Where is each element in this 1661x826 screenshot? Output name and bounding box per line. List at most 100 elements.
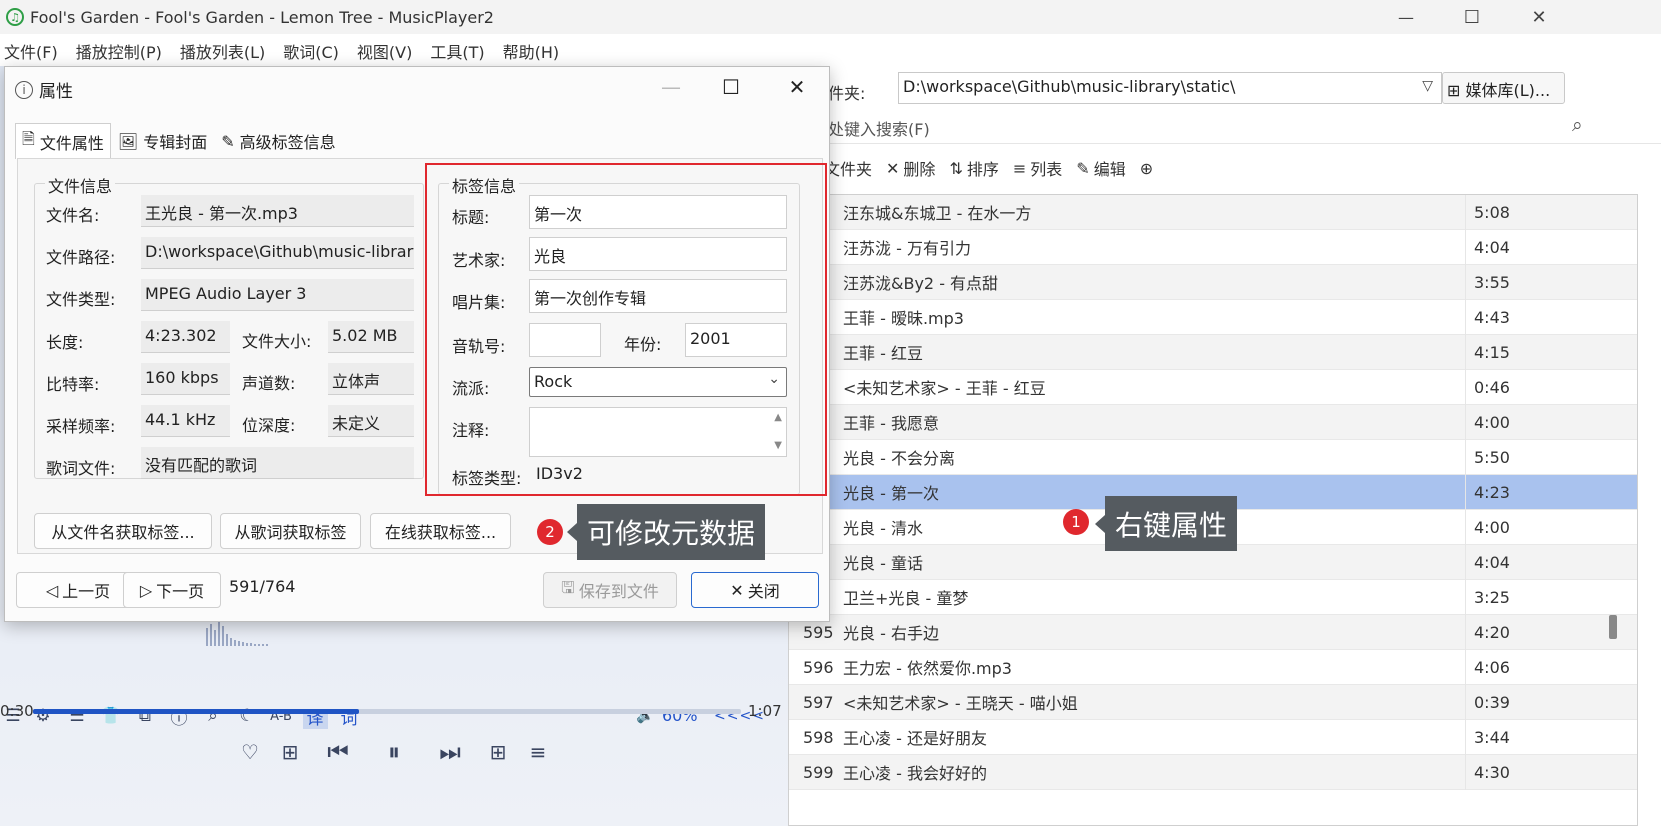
get-tags-from-lyric-button[interactable]: 从歌词获取标签 (220, 513, 361, 549)
song-name: 王菲 - 暧昧.mp3 (843, 309, 964, 328)
previous-track-icon[interactable]: ⏮ (310, 738, 366, 766)
menu-file[interactable]: 文件(F) (0, 39, 69, 63)
locate-button[interactable]: ⊕ (1140, 159, 1153, 178)
page-counter: 591/764 (229, 577, 296, 596)
menu-lyrics[interactable]: 歌词(C) (279, 39, 350, 63)
menu-playback[interactable]: 播放控制(P) (72, 39, 173, 63)
favorite-heart-icon[interactable]: ♡ (230, 740, 270, 764)
chevron-down-icon[interactable]: ▽ (1422, 78, 1433, 94)
type-field[interactable]: MPEG Audio Layer 3 (141, 279, 414, 311)
menu-playlist[interactable]: 播放列表(L) (176, 39, 276, 63)
folder-row: 件夹: D:\workspace\Github\music-library\st… (788, 70, 1661, 106)
path-field[interactable]: D:\workspace\Github\music-library\static… (141, 237, 414, 269)
song-row[interactable]: 汪苏泷 - 万有引力 4:04 (789, 229, 1637, 265)
info-icon[interactable]: ⓘ (162, 704, 196, 729)
list-icon: ≡ (1012, 158, 1027, 178)
filename-field[interactable]: 王光良 - 第一次.mp3 (141, 195, 414, 227)
tab-file-properties[interactable]: 🗎 文件属性 (15, 123, 111, 159)
folder-button[interactable]: 文件夹 (824, 156, 872, 180)
menu-tools[interactable]: 工具(T) (426, 39, 495, 63)
song-row[interactable]: 596 王力宏 - 依然爱你.mp3 4:06 (789, 649, 1637, 685)
next-track-icon[interactable]: ⏭ (422, 738, 478, 766)
song-row[interactable]: 王菲 - 暧昧.mp3 4:43 (789, 299, 1637, 335)
bitdepth-field[interactable]: 未定义 (328, 405, 414, 437)
song-num: 598 (803, 727, 834, 747)
samplerate-label: 采样频率: (46, 417, 116, 436)
song-row[interactable]: 王菲 - 红豆 4:15 (789, 334, 1637, 370)
callout-tooltip-2: 可修改元数据 (566, 504, 766, 560)
length-field[interactable]: 4:23.302 (141, 321, 230, 353)
song-row[interactable]: <未知艺术家> - 王菲 - 红豆 0:46 (789, 369, 1637, 405)
scrollbar-thumb[interactable] (1609, 615, 1617, 639)
song-row[interactable]: 汪东城&东城卫 - 在水一方 5:08 (789, 195, 1637, 230)
song-row[interactable]: 597 <未知艺术家> - 王晓天 - 喵小姐 0:39 (789, 684, 1637, 720)
lyric-file-field[interactable]: 没有匹配的歌词 (141, 447, 414, 479)
current-playlist-icon[interactable]: ≡ (518, 740, 558, 764)
close-icon: ✕ (730, 580, 744, 600)
previous-page-button[interactable]: ◁ 上一页 (16, 572, 140, 608)
menu-help[interactable]: 帮助(H) (499, 39, 571, 63)
song-dur: 3:25 (1465, 579, 1533, 615)
song-row[interactable]: 汪苏泷&By2 - 有点甜 3:55 (789, 264, 1637, 300)
sort-button[interactable]: ⇅ 排序 (949, 156, 998, 180)
song-dur: 4:00 (1465, 404, 1533, 440)
song-row[interactable]: 595 光良 - 右手边 4:20 (789, 614, 1637, 650)
song-name: 王心凌 - 还是好朋友 (843, 729, 987, 748)
search-box[interactable]: 处键入搜索(F) ⌕ (824, 110, 1661, 144)
tab-album-cover[interactable]: 🖼 专辑封面 (111, 123, 214, 159)
next-page-button[interactable]: ▷ 下一页 (123, 572, 221, 608)
menu-bar: 文件(F) 播放控制(P) 播放列表(L) 歌词(C) 视图(V) 工具(T) … (0, 36, 1661, 66)
progress-bar[interactable] (33, 709, 741, 714)
scrollbar[interactable] (1607, 195, 1619, 825)
song-row[interactable]: 卫兰+光良 - 童梦 3:25 (789, 579, 1637, 615)
close-dialog-button[interactable]: ✕ (777, 75, 817, 99)
dialog-title: 属性 (39, 82, 73, 102)
next-page-label: 下一页 (156, 582, 205, 601)
bitrate-field[interactable]: 160 kbps (141, 363, 230, 395)
delete-label: 删除 (903, 160, 936, 179)
song-dur: 4:04 (1465, 544, 1533, 580)
samplerate-field[interactable]: 44.1 kHz (141, 405, 230, 437)
song-row[interactable]: 599 王心凌 - 我会好好的 4:30 (789, 754, 1637, 790)
maximize-button[interactable]: ☐ (711, 75, 751, 99)
minimize-button[interactable]: — (1372, 0, 1440, 34)
translate-button[interactable]: 译 (298, 704, 332, 729)
grid-menu-icon[interactable]: ⊞ (478, 740, 518, 764)
tab-advanced-tags[interactable]: ✎ 高级标签信息 (214, 123, 342, 159)
get-tags-from-filename-button[interactable]: 从文件名获取标签... (34, 513, 212, 549)
song-name: 光良 - 不会分离 (843, 449, 955, 468)
song-name: 汪苏泷&By2 - 有点甜 (843, 274, 999, 293)
get-tags-online-button[interactable]: 在线获取标签... (370, 513, 511, 549)
song-row[interactable]: 王菲 - 我愿意 4:00 (789, 404, 1637, 440)
edit-label: 编辑 (1093, 160, 1126, 179)
length-label: 长度: (46, 333, 84, 352)
save-to-file-label: 保存到文件 (578, 582, 659, 601)
song-name: 光良 - 童话 (843, 554, 923, 573)
song-row[interactable]: 光良 - 不会分离 5:50 (789, 439, 1637, 475)
pause-icon[interactable]: ⏸ (366, 738, 422, 766)
triangle-right-icon: ▷ (139, 580, 153, 600)
add-to-playlist-icon[interactable]: ⊞ (270, 740, 310, 764)
close-button[interactable]: ✕ 关闭 (691, 572, 819, 608)
menu-view[interactable]: 视图(V) (353, 39, 423, 63)
list-button[interactable]: ≡ 列表 (1013, 156, 1062, 180)
close-window-button[interactable]: ✕ (1505, 0, 1573, 34)
song-name: 王菲 - 我愿意 (843, 414, 939, 433)
song-name: 王力宏 - 依然爱你.mp3 (843, 659, 1012, 678)
search-icon[interactable]: ⌕ (1572, 114, 1583, 136)
song-num: 599 (803, 762, 834, 782)
save-to-file-button[interactable]: 🖫 保存到文件 (543, 572, 677, 608)
tab-advanced-tags-label: 高级标签信息 (239, 133, 336, 152)
channels-field[interactable]: 立体声 (328, 363, 414, 395)
tab-album-cover-label: 专辑封面 (143, 133, 208, 152)
lyric-button[interactable]: 词 (332, 704, 366, 729)
edit-button[interactable]: ✎ 编辑 (1076, 156, 1125, 180)
list-label: 列表 (1030, 160, 1063, 179)
folder-path-combobox[interactable]: D:\workspace\Github\music-library\static… (898, 72, 1442, 104)
delete-button[interactable]: ✕ 删除 (886, 156, 935, 180)
media-library-button[interactable]: ⊞ 媒体库(L)... (1442, 72, 1565, 104)
song-row[interactable]: 598 王心凌 - 还是好朋友 3:44 (789, 719, 1637, 755)
window-title: Fool's Garden - Fool's Garden - Lemon Tr… (30, 7, 494, 27)
size-field[interactable]: 5.02 MB (328, 321, 414, 353)
maximize-button[interactable]: ☐ (1438, 0, 1506, 34)
